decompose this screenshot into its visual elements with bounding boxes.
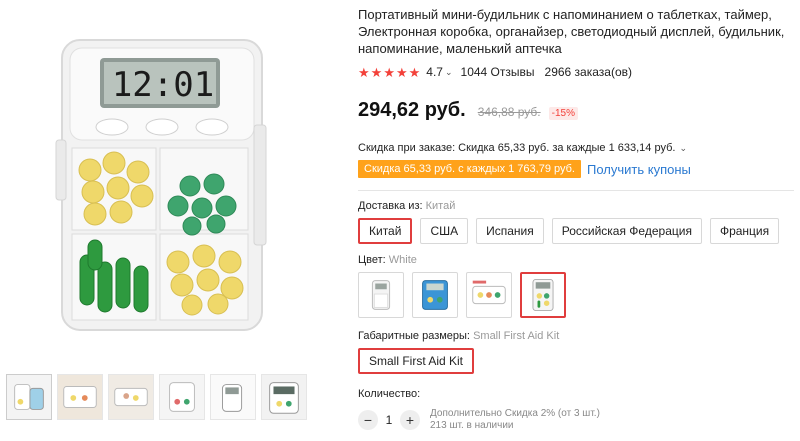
star-icon: ★ [408, 64, 421, 80]
store-discount-text: Скидка при заказе: Скидка 65,33 руб. за … [358, 142, 676, 154]
quantity-value[interactable]: 1 [378, 413, 400, 427]
rating-row: ★ ★ ★ ★ ★ 4.7 ⌄ 1044 Отзывы 2966 заказа(… [358, 65, 794, 79]
shipping-options: Китай США Испания Российская Федерация Ф… [358, 218, 794, 244]
product-main-image[interactable]: 12:01 [0, 0, 330, 362]
shipping-label: Доставка из: Китай [358, 200, 456, 212]
size-options: Small First Aid Kit [358, 348, 794, 374]
price-row: 294,62 руб. 346,88 руб. -15% [358, 99, 794, 122]
color-option[interactable] [466, 272, 512, 318]
coupon-row: Скидка 65,33 руб. с каждых 1 763,79 руб.… [358, 160, 794, 178]
color-selected: White [388, 254, 417, 266]
quantity-decrease-button[interactable]: − [358, 410, 378, 430]
divider [358, 190, 794, 191]
ship-from-spain[interactable]: Испания [476, 218, 544, 244]
reviews-link[interactable]: 1044 Отзывы [461, 65, 535, 79]
chevron-down-icon[interactable]: ⌄ [445, 67, 453, 78]
star-icon: ★ [395, 64, 408, 80]
color-option-white[interactable] [520, 272, 566, 318]
thumbnail[interactable] [159, 374, 205, 420]
ship-from-china[interactable]: Китай [358, 218, 413, 244]
ship-from-france[interactable]: Франция [709, 218, 780, 244]
star-icon: ★ [358, 64, 370, 80]
quantity-increase-button[interactable]: + [400, 410, 420, 430]
color-option[interactable] [412, 272, 458, 318]
rating-stars[interactable]: ★ ★ ★ ★ ★ [358, 66, 420, 79]
quantity-label: Количество: [358, 388, 421, 400]
discount-badge: -15% [548, 107, 578, 120]
size-label: Габаритные размеры: Small First Aid Kit [358, 330, 560, 342]
color-options [358, 272, 794, 318]
ship-from-usa[interactable]: США [420, 218, 469, 244]
thumbnail[interactable] [6, 374, 52, 420]
quantity-stepper: − 1 + Дополнительно Скидка 2% (от 3 шт.)… [358, 408, 794, 432]
size-selected: Small First Aid Kit [473, 330, 560, 342]
clock-display: 12:01 [112, 65, 214, 105]
bulk-discount-text: Дополнительно Скидка 2% (от 3 шт.) [430, 408, 600, 419]
color-label: Цвет: White [358, 254, 417, 266]
product-title: Портативный мини-будильник с напоминание… [358, 7, 785, 56]
rating-value: 4.7 [426, 65, 443, 79]
thumbnail-strip [6, 374, 312, 420]
pill-box-illustration: 12:01 [55, 39, 267, 331]
star-icon: ★ [370, 64, 383, 80]
chevron-down-icon[interactable]: ⌄ [679, 143, 687, 154]
thumbnail[interactable] [210, 374, 256, 420]
orders-count: 2966 заказа(ов) [544, 65, 632, 79]
get-coupons-link[interactable]: Получить купоны [587, 162, 691, 177]
current-price: 294,62 руб. [358, 99, 466, 121]
star-icon: ★ [383, 64, 395, 80]
quantity-note: Дополнительно Скидка 2% (от 3 шт.) 213 ш… [430, 408, 600, 432]
color-option[interactable] [358, 272, 404, 318]
ship-from-russia[interactable]: Российская Федерация [551, 218, 702, 244]
stock-text: 213 шт. в наличии [430, 420, 514, 431]
thumbnail[interactable] [57, 374, 103, 420]
shipping-selected: Китай [425, 200, 456, 212]
old-price: 346,88 руб. [477, 105, 541, 119]
thumbnail[interactable] [261, 374, 307, 420]
thumbnail[interactable] [108, 374, 154, 420]
store-discount-line[interactable]: Скидка при заказе: Скидка 65,33 руб. за … [358, 142, 794, 154]
coupon-tag[interactable]: Скидка 65,33 руб. с каждых 1 763,79 руб. [358, 160, 581, 178]
product-info: Портативный мини-будильник с напоминание… [358, 6, 794, 432]
size-option-small-first-aid-kit[interactable]: Small First Aid Kit [358, 348, 475, 374]
